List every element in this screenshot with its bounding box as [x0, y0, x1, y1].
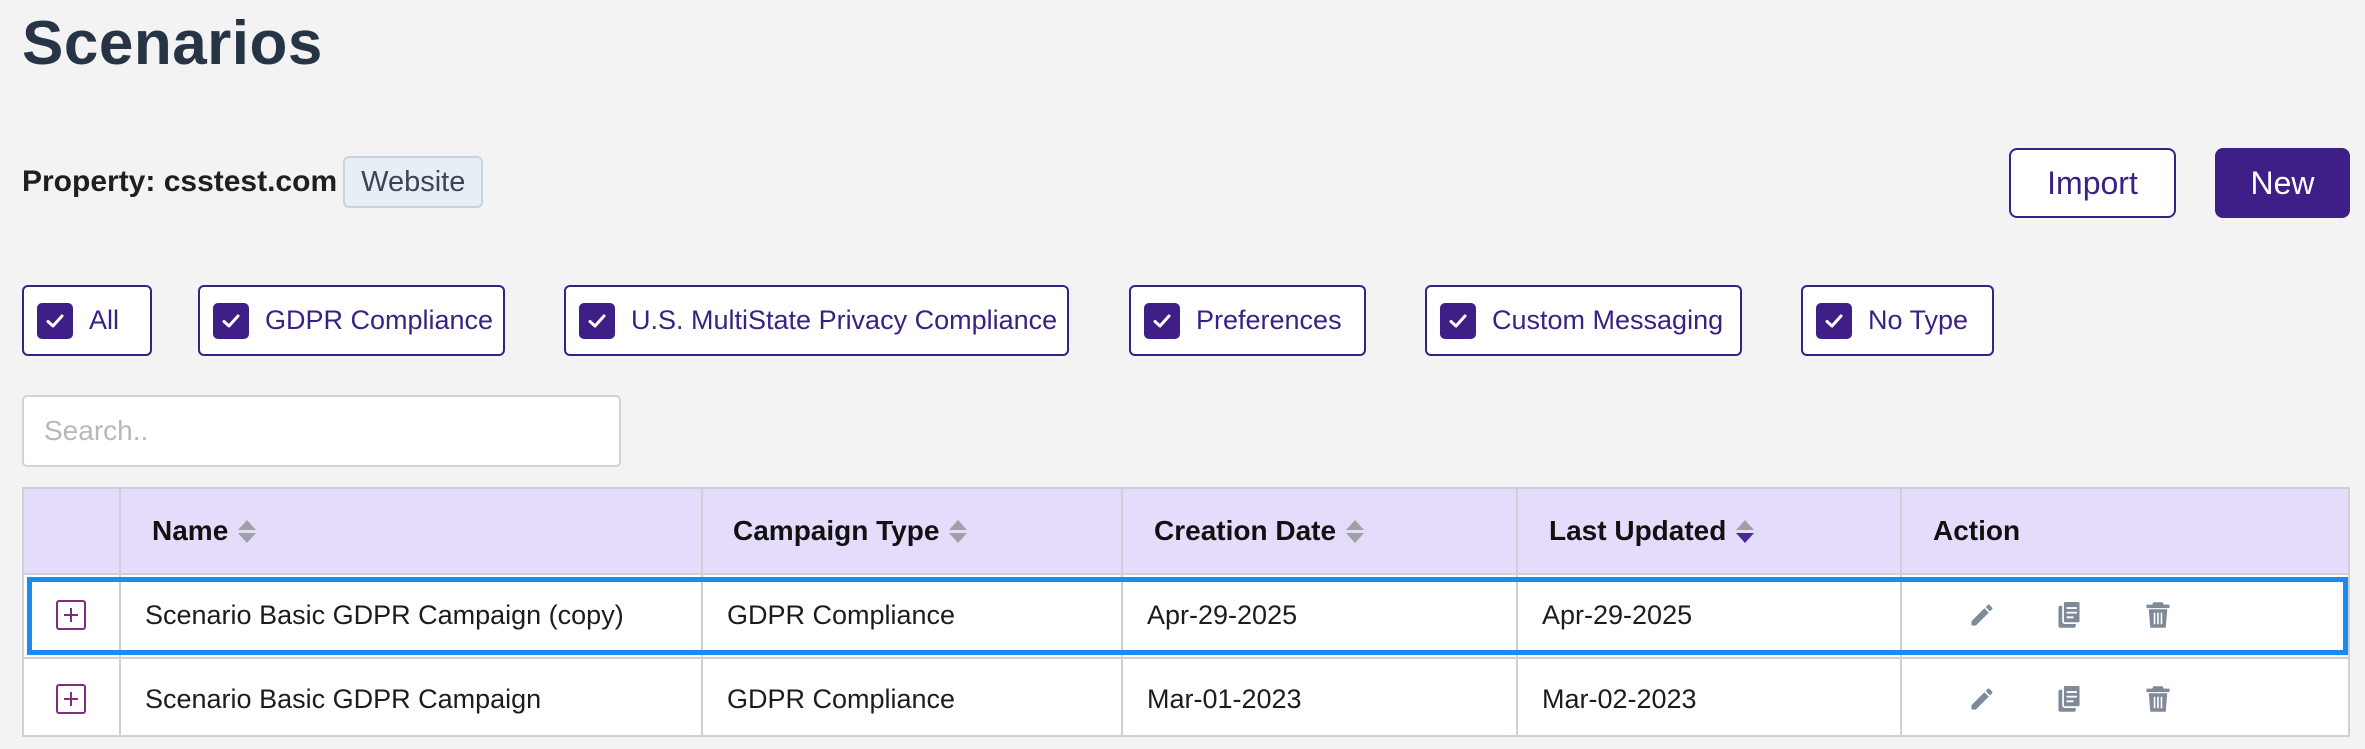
filter-label: Preferences — [1196, 305, 1342, 335]
column-header-label: Action — [1933, 515, 2021, 546]
checkbox-checked-icon[interactable] — [1440, 302, 1476, 339]
cell-name: Scenario Basic GDPR Campaign — [145, 683, 542, 714]
expand-row-cell — [56, 659, 86, 739]
filter-preferences[interactable]: Preferences — [1129, 285, 1366, 356]
column-header-label: Name — [152, 515, 229, 546]
checkbox-checked-icon[interactable] — [1816, 302, 1852, 339]
checkbox-checked-icon[interactable] — [579, 302, 615, 339]
scenarios-table: Name Campaign Type Creation Date Last Up… — [22, 487, 2350, 737]
column-header-last-updated[interactable]: Last Updated — [1549, 489, 1755, 573]
filter-us-multistate-privacy-compliance[interactable]: U.S. MultiState Privacy Compliance — [564, 285, 1069, 356]
pencil-icon[interactable] — [1968, 575, 1996, 655]
column-header-label: Last Updated — [1549, 515, 1727, 546]
expand-row-cell — [56, 575, 86, 655]
property-label: Property: csstest.com — [22, 165, 338, 198]
sort-descending-icon[interactable] — [1736, 519, 1755, 543]
column-header-creation-date[interactable]: Creation Date — [1154, 489, 1365, 573]
trash-icon[interactable] — [2145, 659, 2171, 739]
import-button[interactable]: Import — [2009, 148, 2176, 218]
filter-label: U.S. MultiState Privacy Compliance — [631, 305, 1058, 335]
filter-label: No Type — [1868, 305, 1969, 335]
sort-icon[interactable] — [1346, 519, 1365, 543]
cell-creation-date: Mar-01-2023 — [1147, 683, 1302, 714]
filter-all[interactable]: All — [22, 285, 152, 356]
cell-last-updated: Mar-02-2023 — [1542, 683, 1697, 714]
checkbox-checked-icon[interactable] — [37, 302, 73, 339]
copy-icon[interactable] — [2056, 659, 2084, 739]
property-info: Property: csstest.com Website — [22, 155, 484, 209]
page-title: Scenarios — [22, 9, 323, 78]
cell-creation-date: Apr-29-2025 — [1147, 599, 1298, 630]
column-header-label: Creation Date — [1154, 515, 1337, 546]
table-row[interactable]: Scenario Basic GDPR Campaign (copy) GDPR… — [24, 575, 2348, 655]
cell-last-updated: Apr-29-2025 — [1542, 599, 1693, 630]
checkbox-checked-icon[interactable] — [213, 302, 249, 339]
cell-campaign-type: GDPR Compliance — [727, 683, 956, 714]
column-header-action: Action — [1933, 489, 2020, 573]
column-header-label: Campaign Type — [733, 515, 940, 546]
table-header: Name Campaign Type Creation Date Last Up… — [24, 489, 2348, 575]
filter-custom-messaging[interactable]: Custom Messaging — [1425, 285, 1742, 356]
pencil-icon[interactable] — [1968, 659, 1996, 739]
sort-icon[interactable] — [949, 519, 968, 543]
sort-icon[interactable] — [238, 519, 257, 543]
trash-icon[interactable] — [2145, 575, 2171, 655]
cell-campaign-type: GDPR Compliance — [727, 599, 956, 630]
new-button[interactable]: New — [2215, 148, 2350, 218]
filter-label: GDPR Compliance — [265, 305, 494, 335]
column-header-campaign-type[interactable]: Campaign Type — [733, 489, 968, 573]
filter-label: All — [89, 305, 120, 335]
property-type-badge: Website — [343, 156, 484, 208]
column-header-name[interactable]: Name — [152, 489, 257, 573]
expand-plus-icon[interactable] — [56, 600, 86, 630]
copy-icon[interactable] — [2056, 575, 2084, 655]
filter-label: Custom Messaging — [1492, 305, 1724, 335]
table-row[interactable]: Scenario Basic GDPR Campaign GDPR Compli… — [24, 657, 2348, 737]
filter-no-type[interactable]: No Type — [1801, 285, 1994, 356]
campaign-type-filters: All GDPR Compliance U.S. MultiState Priv… — [0, 285, 2365, 356]
cell-name: Scenario Basic GDPR Campaign (copy) — [145, 599, 624, 630]
checkbox-checked-icon[interactable] — [1144, 302, 1180, 339]
filter-gdpr-compliance[interactable]: GDPR Compliance — [198, 285, 505, 356]
search-input[interactable] — [22, 395, 621, 467]
expand-plus-icon[interactable] — [56, 684, 86, 714]
